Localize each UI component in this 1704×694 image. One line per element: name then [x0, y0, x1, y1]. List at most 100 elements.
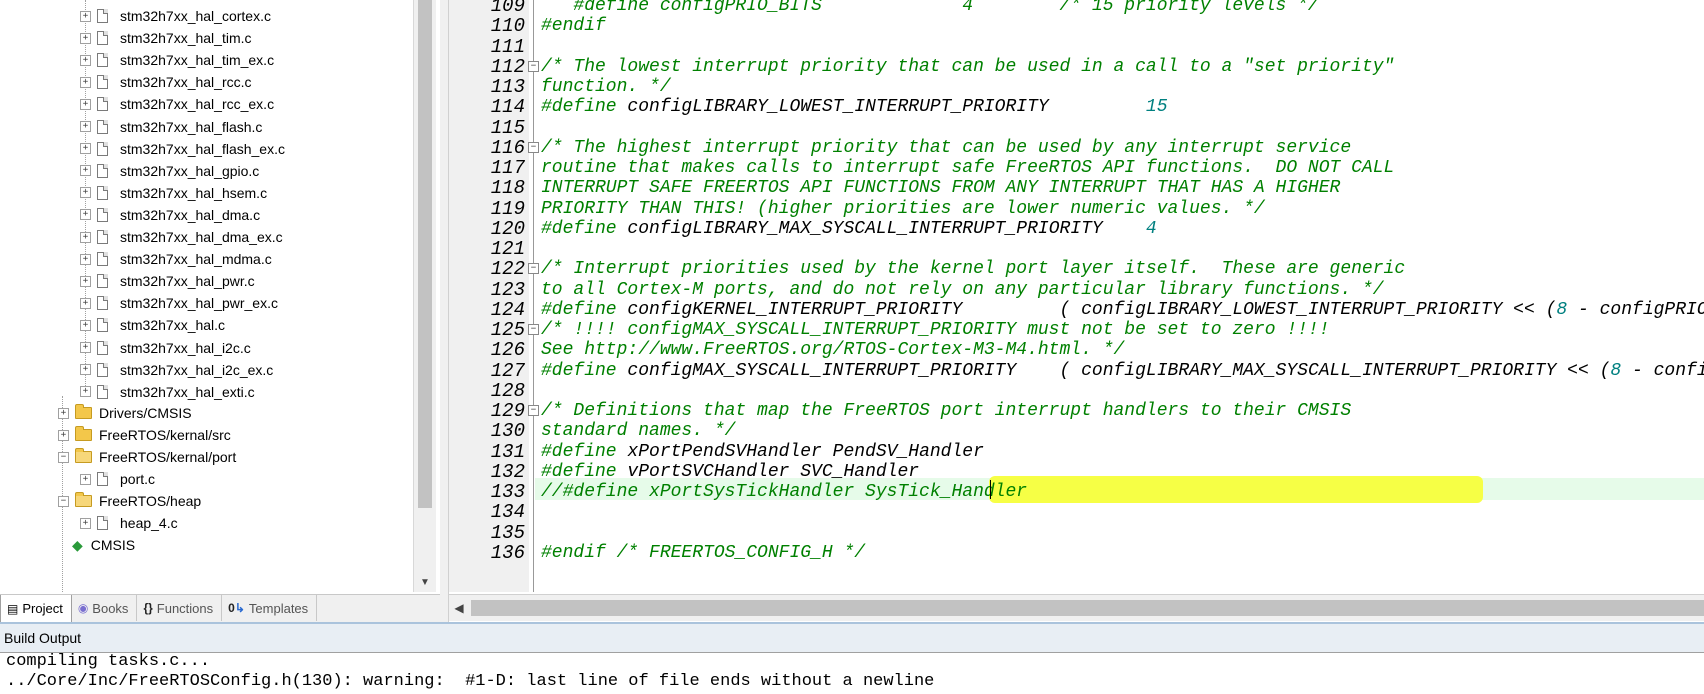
code-line[interactable]: 131 #define xPortPendSVHandler PendSV_Han…: [449, 441, 1704, 463]
tree-item-file[interactable]: + stm32h7xx_hal_cortex.c: [80, 5, 271, 27]
folder-icon: [75, 404, 92, 419]
tree-item-file[interactable]: + stm32h7xx_hal_exti.c: [80, 381, 255, 403]
editor-horizontal-scrollbar[interactable]: ◀: [449, 594, 1704, 621]
line-number: 110: [490, 15, 525, 38]
code-line[interactable]: 117 routine that makes calls to interrupt…: [449, 157, 1704, 179]
code-line[interactable]: 112−/* The lowest interrupt priority tha…: [449, 56, 1704, 78]
expand-icon[interactable]: +: [80, 253, 91, 265]
tree-item-folder[interactable]: + Drivers/CMSIS: [58, 402, 192, 424]
code-line[interactable]: 122−/* Interrupt priorities used by the …: [449, 258, 1704, 280]
tree-item-file[interactable]: + stm32h7xx_hal_i2c_ex.c: [80, 359, 273, 381]
expand-icon[interactable]: +: [80, 10, 91, 22]
code-line[interactable]: 111: [449, 36, 1704, 58]
expand-icon[interactable]: +: [80, 364, 91, 376]
tree-item-group[interactable]: ◆ CMSIS: [72, 534, 135, 556]
collapse-icon[interactable]: −: [58, 451, 69, 463]
code-line[interactable]: 116−/* The highest interrupt priority th…: [449, 137, 1704, 159]
code-line[interactable]: 134: [449, 501, 1704, 523]
code-line[interactable]: 119 PRIORITY THAN THIS! (higher prioritie…: [449, 198, 1704, 220]
expand-icon[interactable]: +: [80, 209, 91, 221]
scrollbar-thumb[interactable]: [471, 600, 1704, 616]
tree-item-file[interactable]: + stm32h7xx_hal_pwr.c: [80, 270, 255, 292]
tree-item-file[interactable]: + stm32h7xx_hal_i2c.c: [80, 337, 251, 359]
expand-icon[interactable]: +: [80, 32, 91, 44]
scrollbar-thumb[interactable]: [418, 0, 432, 508]
expand-icon[interactable]: +: [80, 473, 91, 485]
expand-icon[interactable]: +: [80, 165, 91, 177]
tree-vertical-scrollbar[interactable]: ▼: [413, 0, 436, 592]
tree-item-file[interactable]: + port.c: [80, 468, 155, 490]
code-line[interactable]: 128: [449, 380, 1704, 402]
code-line[interactable]: 135: [449, 522, 1704, 544]
expand-icon[interactable]: +: [80, 319, 91, 331]
panel-splitter[interactable]: [440, 0, 449, 622]
tree-item-file[interactable]: + stm32h7xx_hal_rcc_ex.c: [80, 93, 274, 115]
expand-icon[interactable]: +: [80, 143, 91, 155]
code-line[interactable]: 120 #define configLIBRARY_MAX_SYSCALL_INT…: [449, 218, 1704, 240]
tab-project[interactable]: ▤ Project: [0, 595, 72, 623]
tree-item-file[interactable]: + stm32h7xx_hal_hsem.c: [80, 182, 267, 204]
fold-collapse-icon[interactable]: −: [528, 141, 539, 153]
fold-collapse-icon[interactable]: −: [528, 405, 539, 416]
tree-item-file[interactable]: + stm32h7xx_hal_mdma.c: [80, 248, 272, 270]
tree-item-file[interactable]: + stm32h7xx_hal_tim.c: [80, 27, 252, 49]
tree-item-file[interactable]: + stm32h7xx_hal_dma_ex.c: [80, 226, 283, 248]
code-line[interactable]: 130 standard names. */: [449, 420, 1704, 442]
expand-icon[interactable]: +: [80, 342, 91, 353]
code-line[interactable]: 118 INTERRUPT SAFE FREERTOS API FUNCTIONS…: [449, 177, 1704, 199]
tree-item-folder[interactable]: + FreeRTOS/kernal/src: [58, 424, 231, 446]
expand-icon[interactable]: +: [80, 121, 91, 132]
expand-icon[interactable]: +: [80, 297, 91, 309]
tree-item-file[interactable]: + stm32h7xx_hal_flash_ex.c: [80, 138, 285, 160]
tree-item-file[interactable]: + stm32h7xx_hal_tim_ex.c: [80, 49, 274, 71]
code-line[interactable]: 123 to all Cortex-M ports, and do not rel…: [449, 279, 1704, 301]
code-line[interactable]: 114 #define configLIBRARY_LOWEST_INTERRUP…: [449, 96, 1704, 118]
code-editor[interactable]: 109 #define configPRIO_BITS 4 /* 15 prio…: [449, 0, 1704, 592]
tab-templates[interactable]: 0↳ Templates: [222, 595, 318, 621]
tree-item-file[interactable]: + stm32h7xx_hal_flash.c: [80, 116, 262, 138]
tab-books[interactable]: ◉ Books: [72, 595, 138, 621]
code-line[interactable]: 129−/* Definitions that map the FreeRTOS…: [449, 400, 1704, 422]
expand-icon[interactable]: +: [80, 275, 91, 287]
tree-item-file[interactable]: + heap_4.c: [80, 512, 178, 534]
build-output-log[interactable]: compiling tasks.c... ../Core/Inc/FreeRTO…: [0, 652, 1704, 694]
code-line[interactable]: 132 #define vPortSVCHandler SVC_Handler: [449, 461, 1704, 483]
scroll-down-arrow-icon[interactable]: ▼: [414, 574, 436, 592]
tree-item-folder[interactable]: − FreeRTOS/heap: [58, 490, 201, 512]
code-line[interactable]: 133 //#define xPortSysTickHandler SysTick…: [449, 481, 1704, 503]
line-number: 130: [490, 420, 525, 443]
file-icon: [97, 340, 108, 355]
expand-icon[interactable]: +: [80, 187, 91, 199]
collapse-icon[interactable]: −: [58, 495, 69, 507]
file-icon: [97, 384, 108, 399]
code-line[interactable]: 126 See http://www.FreeRTOS.org/RTOS-Cort…: [449, 339, 1704, 361]
code-line[interactable]: 127 #define configMAX_SYSCALL_INTERRUPT_P…: [449, 360, 1704, 382]
build-output-title: Build Output: [0, 622, 1704, 652]
code-line[interactable]: 115: [449, 117, 1704, 139]
fold-collapse-icon[interactable]: −: [528, 60, 539, 72]
expand-icon[interactable]: +: [80, 54, 91, 66]
tree-item-file[interactable]: + stm32h7xx_hal_gpio.c: [80, 160, 259, 182]
fold-collapse-icon[interactable]: −: [528, 263, 539, 275]
tree-item-file[interactable]: + stm32h7xx_hal_dma.c: [80, 204, 260, 226]
scroll-left-arrow-icon[interactable]: ◀: [451, 599, 467, 617]
expand-icon[interactable]: +: [58, 429, 69, 441]
code-line[interactable]: 125−/* !!!! configMAX_SYSCALL_INTERRUPT_…: [449, 319, 1704, 341]
tree-item-file[interactable]: + stm32h7xx_hal_pwr_ex.c: [80, 292, 278, 314]
tab-functions[interactable]: {} Functions: [137, 595, 223, 621]
expand-icon[interactable]: +: [80, 517, 91, 529]
expand-icon[interactable]: +: [58, 407, 69, 419]
code-line[interactable]: 124 #define configKERNEL_INTERRUPT_PRIORI…: [449, 299, 1704, 321]
fold-collapse-icon[interactable]: −: [528, 324, 539, 335]
tree-item-folder[interactable]: − FreeRTOS/kernal/port: [58, 446, 236, 468]
tree-item-file[interactable]: + stm32h7xx_hal.c: [80, 314, 225, 336]
expand-icon[interactable]: +: [80, 76, 91, 88]
tree-item-file[interactable]: + stm32h7xx_hal_rcc.c: [80, 71, 252, 93]
code-line[interactable]: 110 #endif: [449, 15, 1704, 37]
expand-icon[interactable]: +: [80, 386, 91, 398]
expand-icon[interactable]: +: [80, 98, 91, 110]
code-line[interactable]: 121: [449, 238, 1704, 260]
code-line[interactable]: 136 #endif /* FREERTOS_CONFIG_H */: [449, 542, 1704, 564]
expand-icon[interactable]: +: [80, 231, 91, 243]
code-line[interactable]: 113 function. */: [449, 76, 1704, 98]
